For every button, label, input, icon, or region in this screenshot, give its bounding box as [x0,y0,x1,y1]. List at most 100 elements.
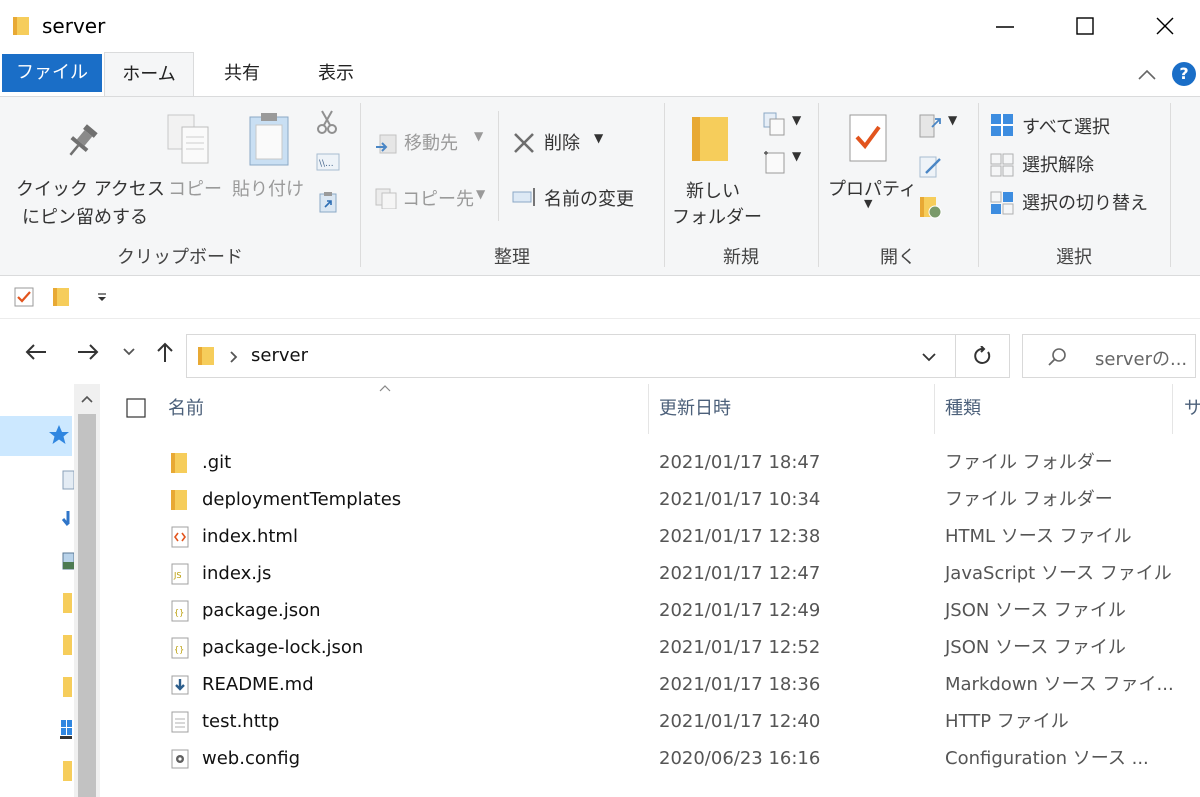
chevron-down-icon: ▼ [594,131,604,145]
file-type: HTTP ファイル [945,711,1069,732]
new-group-label: 新規 [723,247,759,268]
maximize-button[interactable] [1040,0,1130,52]
column-header-modified[interactable]: 更新日時 [659,384,731,434]
folder-icon [171,453,187,473]
file-row[interactable]: web.config 2020/06/23 16:16 Configuratio… [100,740,1200,777]
folder-icon [198,347,214,365]
folder-icon[interactable] [62,592,72,614]
refresh-button[interactable] [956,334,1010,378]
markdown-file-icon [171,675,189,695]
rename-label: 名前の変更 [544,189,634,210]
folder-icon[interactable] [62,676,72,698]
file-type: JSON ソース ファイル [945,600,1126,621]
file-name[interactable]: test.http [202,703,279,740]
close-icon [1156,17,1174,35]
column-header-name[interactable]: 名前 [168,384,204,434]
navigation-pane [0,384,100,797]
inner-separator [498,111,499,221]
customize-toolbar-icon[interactable] [96,291,108,303]
new-folder-icon[interactable] [52,287,70,307]
search-input[interactable]: serverの... [1095,345,1187,371]
collapse-ribbon-icon[interactable] [1136,64,1158,86]
file-row[interactable]: {} package-lock.json 2021/01/17 12:52 JS… [100,629,1200,666]
file-modified: 2021/01/17 18:47 [659,452,821,473]
select-none-label: 選択解除 [1022,155,1094,176]
file-row[interactable]: {} package.json 2021/01/17 12:49 JSON ソー… [100,592,1200,629]
download-icon[interactable] [62,510,74,530]
file-type: JavaScript ソース ファイル [945,563,1172,584]
edit-icon[interactable] [918,155,942,179]
html-file-icon [171,526,189,548]
help-button[interactable]: ? [1172,62,1196,86]
folder-icon[interactable] [62,634,72,656]
file-name[interactable]: README.md [202,666,314,703]
scrollbar-thumb[interactable] [78,414,96,797]
windows-drive-icon[interactable] [60,718,72,740]
column-header-type[interactable]: 種類 [945,384,981,434]
copy-icon [167,114,209,164]
file-row[interactable]: test.http 2021/01/17 12:40 HTTP ファイル [100,703,1200,740]
pictures-icon[interactable] [62,552,74,570]
file-modified: 2021/01/17 12:47 [659,563,821,584]
file-modified: 2021/01/17 18:36 [659,674,821,695]
file-name[interactable]: .git [202,444,231,481]
column-divider[interactable] [934,384,935,434]
ribbon-tabs: ファイル ホーム 共有 表示 ? [0,52,1200,96]
search-icon [1048,348,1066,366]
file-type: Configuration ソース ... [945,748,1149,769]
column-divider[interactable] [648,384,649,434]
chevron-down-icon[interactable] [921,352,937,362]
scroll-up-icon[interactable] [80,394,94,404]
tab-home[interactable]: ホーム [104,52,194,96]
file-name[interactable]: web.config [202,740,300,777]
cut-icon[interactable] [316,109,338,135]
rename-icon [512,188,535,206]
sort-ascending-icon [379,385,391,392]
copy-path-icon[interactable]: \\... [316,153,340,171]
file-name[interactable]: deploymentTemplates [202,481,401,518]
new-folder-label-line1: 新しい [686,181,740,202]
file-row[interactable]: deploymentTemplates 2021/01/17 10:34 ファイ… [100,481,1200,518]
file-type: ファイル フォルダー [945,452,1113,473]
file-row[interactable]: .git 2021/01/17 18:47 ファイル フォルダー [100,444,1200,481]
column-divider[interactable] [1172,384,1173,434]
folder-icon[interactable] [62,760,72,782]
file-row[interactable]: JS index.js 2021/01/17 12:47 JavaScript … [100,555,1200,592]
ribbon: クイック アクセス にピン留めする コピー 貼り付け \\... クリップボード… [0,96,1200,276]
file-name[interactable]: package.json [202,592,321,629]
minimize-button[interactable] [960,0,1050,52]
svg-text:JS: JS [173,571,181,580]
file-row[interactable]: index.html 2021/01/17 12:38 HTML ソース ファイ… [100,518,1200,555]
address-bar[interactable]: server [186,334,956,378]
close-button[interactable] [1120,0,1200,52]
file-modified: 2021/01/17 12:52 [659,637,821,658]
select-all-icon [991,114,1013,136]
forward-button[interactable] [74,340,102,364]
tab-view[interactable]: 表示 [294,52,378,96]
tab-file[interactable]: ファイル [2,54,102,92]
organize-group-label: 整理 [494,247,530,268]
paste-shortcut-icon[interactable] [318,191,338,213]
arrow-up-icon [157,342,173,362]
file-name[interactable]: index.html [202,518,298,555]
search-box[interactable]: serverの... [1022,334,1196,378]
tab-share[interactable]: 共有 [200,52,284,96]
back-button[interactable] [22,340,50,364]
up-button[interactable] [152,340,178,364]
properties-icon[interactable] [14,287,34,307]
clipboard-group-label: クリップボード [117,247,243,268]
chevron-right-icon[interactable] [229,350,239,364]
column-header-size[interactable]: サ [1184,384,1200,434]
file-name[interactable]: index.js [202,555,271,592]
select-none-icon [990,153,1014,177]
desktop-icon[interactable] [62,470,74,490]
history-icon[interactable] [918,195,942,219]
js-file-icon: JS [171,563,189,585]
quick-access-toolbar [0,277,1200,319]
recent-locations-button[interactable] [118,340,140,364]
file-row[interactable]: README.md 2021/01/17 18:36 Markdown ソース … [100,666,1200,703]
invert-selection-label: 選択の切り替え [1022,193,1148,214]
select-all-checkbox[interactable] [126,398,146,418]
file-name[interactable]: package-lock.json [202,629,363,666]
address-path[interactable]: server [251,345,308,366]
